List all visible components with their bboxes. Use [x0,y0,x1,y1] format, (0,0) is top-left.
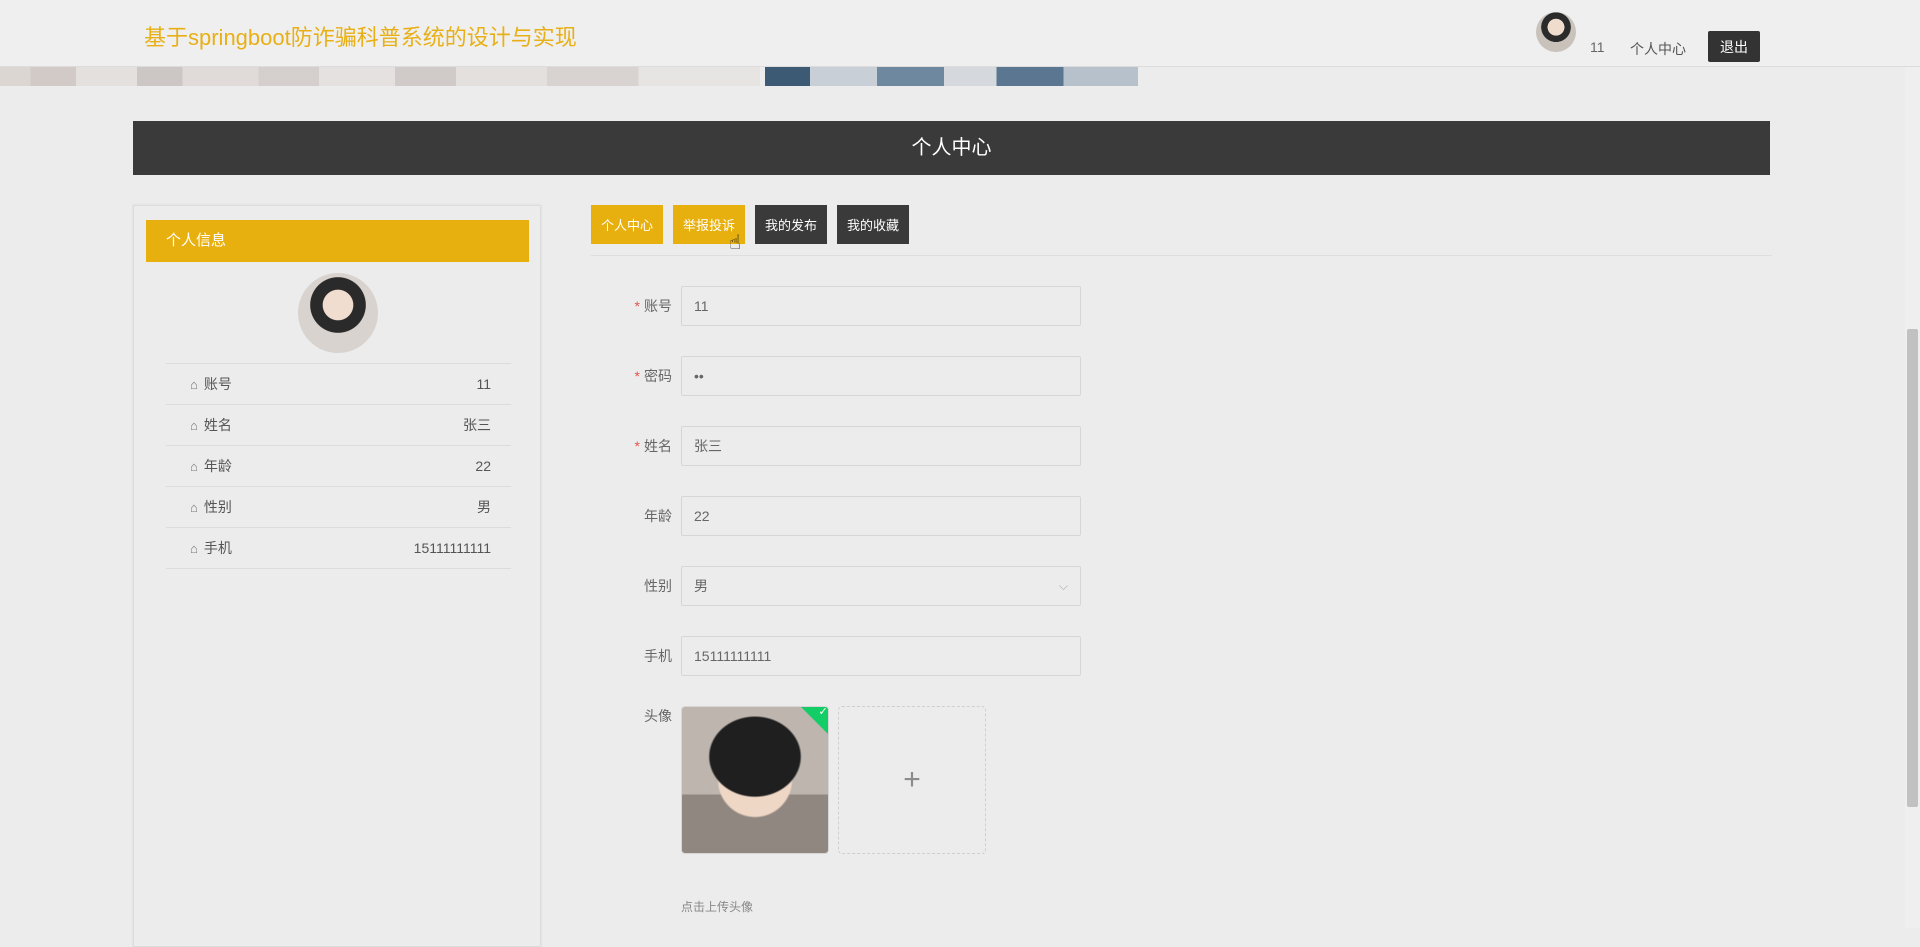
profile-info-list: ⌂ 账号 11 ⌂ 姓名 张三 ⌂ 年龄 22 ⌂ 性别 男 ⌂ 手机 151111111… [166,363,511,569]
info-value: 张三 [463,417,491,433]
info-label: 账号 [203,376,232,392]
user-avatar[interactable] [1536,12,1576,52]
form-row-password: * 密码 [600,356,1081,396]
scrollbar-thumb[interactable] [1907,329,1918,807]
logout-button[interactable]: 退出 [1708,31,1760,62]
profile-info-heading: 个人信息 [146,220,529,262]
form-row-age: 年龄 [600,496,1081,536]
upload-avatar-tip: 点击上传头像 [681,900,754,914]
info-value: 22 [475,458,491,474]
gender-selected-value: 男 [694,578,708,594]
personal-center-link[interactable]: 个人中心 [1630,39,1686,59]
name-label: 姓名 [644,438,672,454]
chevron-down-icon: ⌵ [1058,578,1068,593]
age-label: 年龄 [644,508,672,524]
phone-input[interactable] [681,636,1081,676]
form-row-gender: 性别 男 ⌵ [600,566,1081,606]
tab-my-favorites[interactable]: 我的收藏 [837,205,910,244]
home-icon: ⌂ [190,458,198,474]
password-label: 密码 [644,368,672,384]
required-mark: * [634,438,640,454]
info-row-gender: ⌂ 性别 男 [166,486,511,527]
gender-label: 性别 [644,578,672,594]
upload-avatar-button[interactable]: + [838,706,986,854]
info-row-phone: ⌂ 手机 15111111111 [166,527,511,569]
banner-image-left [0,66,760,86]
info-label: 姓名 [203,417,232,433]
name-input[interactable] [681,426,1081,466]
banner-image-right [765,66,1138,86]
form-row-name: * 姓名 [600,426,1081,466]
home-icon: ⌂ [190,417,198,433]
info-row-name: ⌂ 姓名 张三 [166,404,511,445]
uploaded-avatar-thumbnail[interactable]: ✓ [681,706,829,854]
username-label: 11 [1590,39,1605,55]
info-value: 男 [477,499,491,515]
tab-divider [591,255,1772,256]
info-label: 性别 [203,499,232,515]
password-input[interactable] [681,356,1081,396]
profile-info-panel: 个人信息 ⌂ 账号 11 ⌂ 姓名 张三 ⌂ 年龄 22 ⌂ 性别 男 ⌂ 手机 1511… [133,205,541,947]
home-icon: ⌂ [190,499,198,515]
profile-tabs: 个人中心 举报投诉 我的发布 我的收藏 [591,205,910,244]
age-input[interactable] [681,496,1081,536]
page-title: 个人中心 [133,121,1770,175]
form-row-phone: 手机 [600,636,1081,676]
form-row-account: * 账号 [600,286,1081,326]
profile-avatar [298,273,378,353]
required-mark: * [634,368,640,384]
tab-my-posts[interactable]: 我的发布 [755,205,828,244]
info-value: 11 [476,376,491,392]
required-mark: * [634,298,640,314]
site-title[interactable]: 基于springboot防诈骗科普系统的设计与实现 [144,20,577,52]
tab-personal-center[interactable]: 个人中心 [591,205,664,244]
info-value: 15111111111 [413,540,491,556]
phone-label: 手机 [644,648,672,664]
home-icon: ⌂ [190,540,198,556]
check-icon: ✓ [818,706,828,718]
upload-success-badge: ✓ [798,706,828,737]
home-icon: ⌂ [190,376,198,392]
info-row-account: ⌂ 账号 11 [166,363,511,404]
account-label: 账号 [644,298,672,314]
account-input[interactable] [681,286,1081,326]
gender-select[interactable]: 男 ⌵ [681,566,1081,606]
avatar-label: 头像 [644,708,672,724]
hand-cursor-icon: ☝ [729,232,742,254]
info-row-age: ⌂ 年龄 22 [166,445,511,486]
top-header: 基于springboot防诈骗科普系统的设计与实现 11 个人中心 退出 [0,0,1920,67]
info-label: 年龄 [203,458,232,474]
plus-icon: + [903,763,921,796]
info-label: 手机 [203,540,232,556]
